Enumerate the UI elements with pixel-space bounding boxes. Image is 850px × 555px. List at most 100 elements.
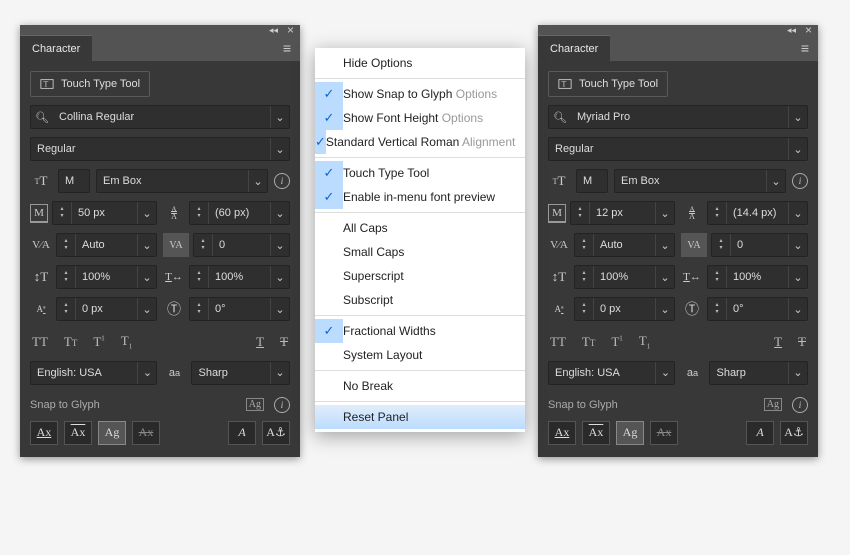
collapse-icon[interactable]: ◂◂ [269, 25, 278, 36]
leading-field[interactable]: ▴▾ (60 px) ⌄ [189, 201, 290, 225]
menu-no-break[interactable]: No Break [315, 374, 525, 398]
baseline-field[interactable]: ▴▾ 0 px ⌄ [56, 297, 157, 321]
snap-xheight-icon[interactable]: Ax [582, 421, 610, 445]
tab-character[interactable]: Character [538, 35, 610, 61]
stepper-icon[interactable]: ▴▾ [190, 266, 209, 288]
kerning-field[interactable]: ▴▾ Auto ⌄ [56, 233, 157, 257]
info-icon[interactable]: i [274, 173, 290, 189]
language-field[interactable]: English: USA ⌄ [548, 361, 675, 385]
stepper-icon[interactable]: ▴▾ [575, 266, 594, 288]
chevron-down-icon[interactable]: ⌄ [655, 362, 674, 384]
strikethrough-icon[interactable]: T [280, 334, 288, 350]
strikethrough-icon[interactable]: T [798, 334, 806, 350]
chevron-down-icon[interactable]: ⌄ [655, 234, 674, 256]
underline-icon[interactable]: T [256, 334, 264, 350]
menu-subscript[interactable]: Subscript [315, 288, 525, 312]
subscript-icon[interactable]: T1 [121, 333, 132, 351]
menu-hide-options[interactable]: Hide Options [315, 51, 525, 75]
chevron-down-icon[interactable]: ⌄ [788, 202, 807, 224]
antialias-field[interactable]: Sharp ⌄ [191, 361, 290, 385]
superscript-icon[interactable]: T1 [611, 334, 622, 350]
vscale-field[interactable]: ▴▾ 100% ⌄ [56, 265, 157, 289]
chevron-down-icon[interactable]: ⌄ [270, 138, 289, 160]
small-caps-icon[interactable]: TT [582, 334, 595, 350]
language-field[interactable]: English: USA ⌄ [30, 361, 157, 385]
menu-reset-panel[interactable]: Reset Panel [315, 405, 525, 429]
chevron-down-icon[interactable]: ⌄ [137, 362, 156, 384]
font-family-field[interactable]: 🔍︎ Myriad Pro ⌄ [548, 105, 808, 129]
menu-touch-type-tool[interactable]: ✓Touch Type Tool [315, 161, 525, 185]
chevron-down-icon[interactable]: ⌄ [270, 202, 289, 224]
stepper-icon[interactable]: ▴▾ [57, 266, 76, 288]
all-caps-icon[interactable]: TT [32, 334, 48, 350]
subscript-icon[interactable]: T1 [639, 333, 650, 351]
chevron-down-icon[interactable]: ⌄ [655, 298, 674, 320]
menu-standard-vertical-roman[interactable]: ✓Standard Vertical Roman Alignment [315, 130, 525, 154]
chevron-down-icon[interactable]: ⌄ [788, 234, 807, 256]
all-caps-icon[interactable]: TT [550, 334, 566, 350]
stepper-icon[interactable]: ▴▾ [712, 234, 731, 256]
panel-menu-icon[interactable]: ≡ [274, 35, 300, 61]
panel-menu-icon[interactable]: ≡ [792, 35, 818, 61]
snap-angular-icon[interactable]: A [228, 421, 256, 445]
menu-system-layout[interactable]: System Layout [315, 343, 525, 367]
menu-all-caps[interactable]: All Caps [315, 216, 525, 240]
stepper-icon[interactable]: ▴▾ [571, 202, 590, 224]
chevron-down-icon[interactable]: ⌄ [270, 298, 289, 320]
font-family-field[interactable]: 🔍︎ Collina Regular ⌄ [30, 105, 290, 129]
snap-proximity-icon[interactable]: Ax [650, 421, 678, 445]
small-caps-icon[interactable]: TT [64, 334, 77, 350]
chevron-down-icon[interactable]: ⌄ [137, 298, 156, 320]
chevron-down-icon[interactable]: ⌄ [137, 266, 156, 288]
chevron-down-icon[interactable]: ⌄ [248, 170, 267, 192]
stepper-icon[interactable]: ▴▾ [53, 202, 72, 224]
stepper-icon[interactable]: ▴▾ [575, 298, 594, 320]
menu-small-caps[interactable]: Small Caps [315, 240, 525, 264]
rotation-field[interactable]: ▴▾ 0° ⌄ [707, 297, 808, 321]
stepper-icon[interactable]: ▴▾ [708, 298, 727, 320]
stepper-icon[interactable]: ▴▾ [190, 202, 209, 224]
stepper-icon[interactable]: ▴▾ [575, 234, 594, 256]
menu-show-font-height[interactable]: ✓Show Font Height Options [315, 106, 525, 130]
chevron-down-icon[interactable]: ⌄ [788, 138, 807, 160]
chevron-down-icon[interactable]: ⌄ [788, 106, 807, 128]
snap-angular-icon[interactable]: A [746, 421, 774, 445]
info-icon[interactable]: i [274, 397, 290, 413]
chevron-down-icon[interactable]: ⌄ [655, 266, 674, 288]
snap-xheight-icon[interactable]: Ax [64, 421, 92, 445]
chevron-down-icon[interactable]: ⌄ [270, 266, 289, 288]
font-style-field[interactable]: Regular ⌄ [30, 137, 290, 161]
chevron-down-icon[interactable]: ⌄ [655, 202, 674, 224]
leading-field[interactable]: ▴▾ (14.4 px) ⌄ [707, 201, 808, 225]
chevron-down-icon[interactable]: ⌄ [270, 234, 289, 256]
chevron-down-icon[interactable]: ⌄ [766, 170, 785, 192]
stepper-icon[interactable]: ▴▾ [57, 234, 76, 256]
close-icon[interactable]: × [805, 23, 812, 37]
menu-enable-inmenu-preview[interactable]: ✓Enable in-menu font preview [315, 185, 525, 209]
close-icon[interactable]: × [287, 23, 294, 37]
chevron-down-icon[interactable]: ⌄ [788, 362, 807, 384]
snap-anchor-icon[interactable]: A⚓︎ [262, 421, 290, 445]
hscale-field[interactable]: ▴▾ 100% ⌄ [189, 265, 290, 289]
vscale-field[interactable]: ▴▾ 100% ⌄ [574, 265, 675, 289]
info-icon[interactable]: i [792, 173, 808, 189]
height-ref-field[interactable]: Em Box ⌄ [614, 169, 786, 193]
tab-character[interactable]: Character [20, 35, 92, 61]
chevron-down-icon[interactable]: ⌄ [137, 234, 156, 256]
touch-type-tool-button[interactable]: T Touch Type Tool [548, 71, 668, 97]
chevron-down-icon[interactable]: ⌄ [270, 362, 289, 384]
snap-baseline-icon[interactable]: Ax [30, 421, 58, 445]
stepper-icon[interactable]: ▴▾ [708, 266, 727, 288]
height-ref-field[interactable]: Em Box ⌄ [96, 169, 268, 193]
font-size-field[interactable]: ▴▾ 12 px ⌄ [570, 201, 675, 225]
menu-superscript[interactable]: Superscript [315, 264, 525, 288]
antialias-field[interactable]: Sharp ⌄ [709, 361, 808, 385]
chevron-down-icon[interactable]: ⌄ [270, 106, 289, 128]
chevron-down-icon[interactable]: ⌄ [788, 298, 807, 320]
tracking-field[interactable]: ▴▾ 0 ⌄ [711, 233, 808, 257]
stepper-icon[interactable]: ▴▾ [708, 202, 727, 224]
baseline-field[interactable]: ▴▾ 0 px ⌄ [574, 297, 675, 321]
font-size-field[interactable]: ▴▾ 50 px ⌄ [52, 201, 157, 225]
menu-fractional-widths[interactable]: ✓Fractional Widths [315, 319, 525, 343]
chevron-down-icon[interactable]: ⌄ [788, 266, 807, 288]
